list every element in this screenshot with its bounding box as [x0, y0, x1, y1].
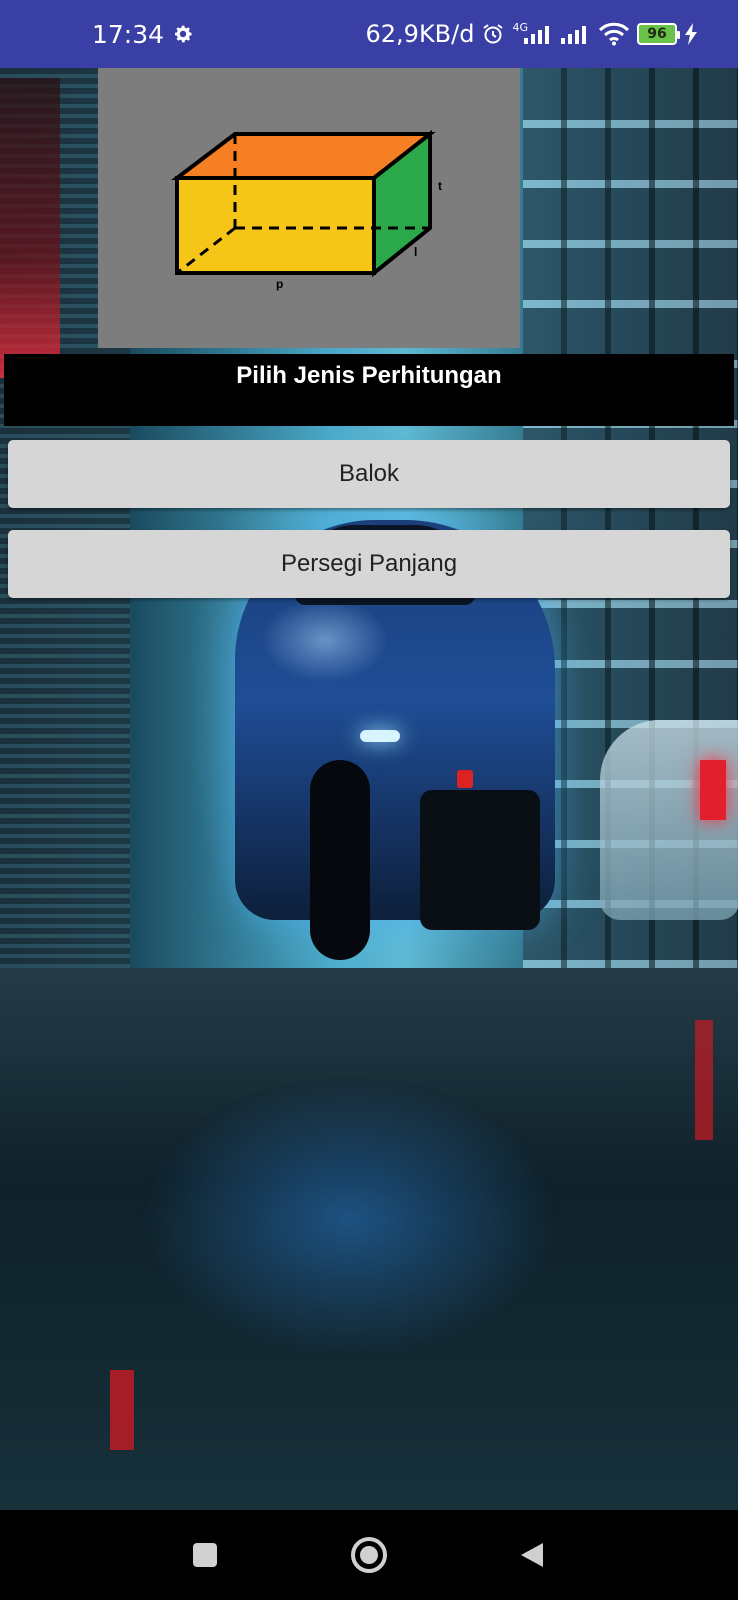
network-speed: 62,9KB/d: [365, 20, 475, 48]
network-type: 4G: [512, 21, 528, 34]
clock: 17:34: [92, 19, 165, 49]
back-icon[interactable]: [510, 1532, 556, 1578]
recent-apps-icon[interactable]: [182, 1532, 228, 1578]
cuboid-illustration: p l t: [98, 68, 520, 348]
battery-level: 96: [647, 26, 667, 42]
car-headlight: [360, 730, 400, 742]
cuboid-front-face: [175, 176, 376, 275]
background-car: [600, 720, 738, 920]
width-label: l: [414, 245, 417, 259]
wifi-icon: [598, 22, 630, 46]
navigation-bar: [0, 1510, 738, 1600]
red-reflection: [695, 1020, 713, 1140]
cuboid-diagram: p l t: [171, 129, 442, 291]
battery-icon: 96: [637, 23, 680, 45]
charging-icon: [684, 23, 698, 45]
gear-icon: [172, 23, 194, 45]
car-badge: [457, 770, 473, 788]
length-label: p: [276, 277, 283, 291]
header-bar: Pilih Jenis Perhitungan: [4, 354, 734, 426]
persegi-panjang-button[interactable]: Persegi Panjang: [8, 530, 730, 598]
puddle-reflection: [140, 1078, 560, 1358]
car-wheel: [310, 760, 370, 960]
height-label: t: [438, 179, 442, 193]
alarm-icon: [481, 22, 505, 46]
red-reflection: [110, 1370, 134, 1450]
neon-sign: [0, 78, 60, 378]
status-bar-right: 62,9KB/d 4G 96: [366, 20, 699, 48]
balok-button[interactable]: Balok: [8, 440, 730, 508]
signal-icon: 4G: [512, 21, 554, 44]
status-bar: 17:34 62,9KB/d 4G 96: [0, 0, 738, 68]
taillight: [700, 760, 726, 820]
home-icon[interactable]: [346, 1532, 392, 1578]
car-grille: [420, 790, 540, 930]
page-title: Pilih Jenis Perhitungan: [236, 362, 502, 389]
signal-icon: [561, 24, 591, 44]
status-bar-left: 17:34: [92, 20, 194, 49]
